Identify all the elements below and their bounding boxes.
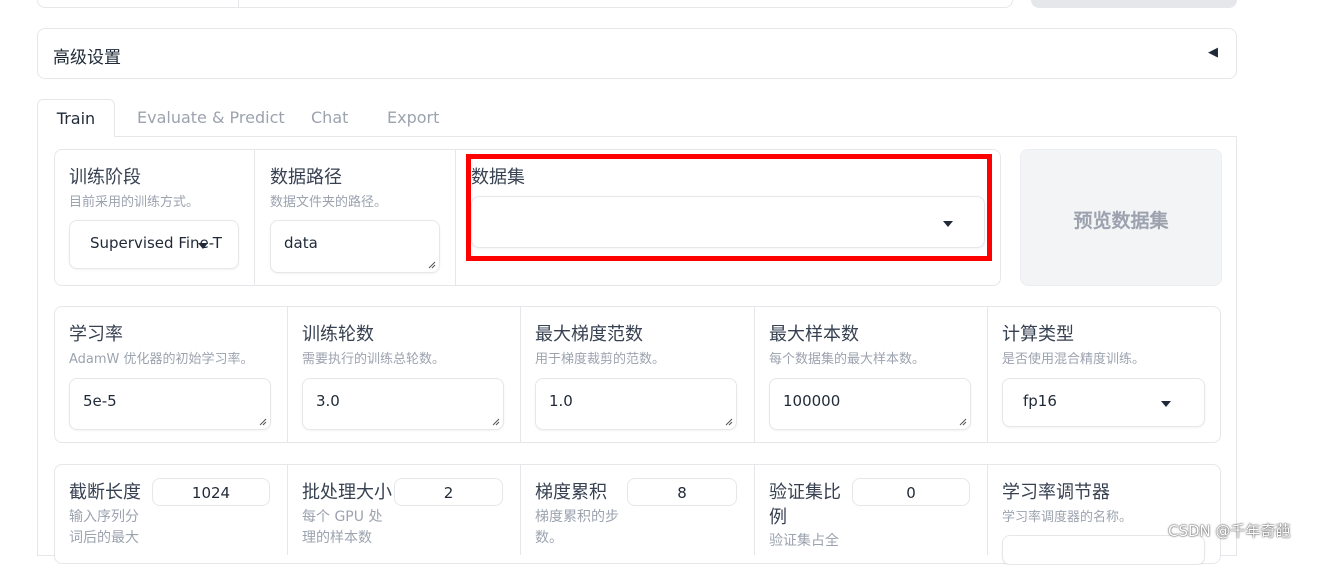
tab-export[interactable]: Export xyxy=(387,108,439,127)
preview-dataset-label: 预览数据集 xyxy=(1073,210,1169,232)
data-dir-value: data xyxy=(284,234,318,252)
collapse-caret-icon[interactable]: ◀ xyxy=(1208,45,1218,60)
val-ratio-label-1: 验证集比 xyxy=(769,482,841,503)
val-ratio-number-input[interactable]: 0 xyxy=(852,478,970,506)
cutoff-info-2: 词后的最大 xyxy=(69,530,139,546)
data-dir-info: 数据文件夹的路径。 xyxy=(270,195,388,210)
cutoff-info-1: 输入序列分 xyxy=(69,509,139,525)
max-grad-norm-input[interactable]: 1.0 xyxy=(535,378,737,430)
resize-handle-icon[interactable] xyxy=(427,260,436,269)
batch-size-info-1: 每个 GPU 处 xyxy=(302,509,383,525)
epochs-info: 需要执行的训练总轮数。 xyxy=(302,352,446,367)
resize-handle-icon[interactable] xyxy=(958,417,967,426)
stage-label: 训练阶段 xyxy=(69,167,141,188)
val-ratio-label-2: 例 xyxy=(769,507,787,528)
csdn-watermark: CSDN @千年奇葩 xyxy=(1168,522,1291,540)
advanced-settings-accordion[interactable]: 高级设置 ◀ xyxy=(37,28,1237,79)
batch-size-number-input[interactable]: 2 xyxy=(394,478,503,506)
resize-handle-icon[interactable] xyxy=(491,417,500,426)
tab-evaluate-predict[interactable]: Evaluate & Predict xyxy=(137,108,285,127)
lr-info: AdamW 优化器的初始学习率。 xyxy=(69,352,254,367)
compute-type-info: 是否使用混合精度训练。 xyxy=(1002,352,1146,367)
lr-label: 学习率 xyxy=(69,324,123,345)
val-ratio-value: 0 xyxy=(906,484,916,502)
cutoff-number-input[interactable]: 1024 xyxy=(152,478,270,506)
stage-dropdown[interactable]: Supervised Fine-T xyxy=(69,220,239,269)
grad-acc-info-1: 梯度累积的步 xyxy=(535,509,619,525)
grad-acc-number-input[interactable]: 8 xyxy=(627,478,737,506)
chevron-down-icon xyxy=(198,243,208,249)
advanced-settings-title: 高级设置 xyxy=(53,48,121,68)
resize-handle-icon[interactable] xyxy=(724,417,733,426)
compute-type-label: 计算类型 xyxy=(1002,324,1074,345)
highlight-box xyxy=(466,154,992,261)
max-samples-value: 100000 xyxy=(783,392,841,410)
data-dir-input[interactable]: data xyxy=(270,220,440,273)
tab-train-label: Train xyxy=(56,109,96,128)
grad-acc-label: 梯度累积 xyxy=(535,482,607,503)
compute-type-dropdown[interactable]: fp16 xyxy=(1002,378,1205,427)
lr-input[interactable]: 5e-5 xyxy=(69,378,271,430)
grad-acc-value: 8 xyxy=(677,484,687,502)
cutoff-value: 1024 xyxy=(191,484,231,502)
top-button[interactable] xyxy=(1031,0,1237,8)
batch-size-label: 批处理大小 xyxy=(302,482,392,503)
batch-size-info-2: 理的样本数 xyxy=(302,530,372,546)
max-samples-input[interactable]: 100000 xyxy=(769,378,971,430)
max-grad-norm-value: 1.0 xyxy=(549,392,573,410)
top-input-group xyxy=(37,0,1013,8)
cutoff-label: 截断长度 xyxy=(69,482,141,503)
tab-chat[interactable]: Chat xyxy=(311,108,348,127)
lr-value: 5e-5 xyxy=(83,392,117,410)
scheduler-info: 学习率调度器的名称。 xyxy=(1002,510,1133,525)
stage-info: 目前采用的训练方式。 xyxy=(69,195,200,210)
max-samples-info: 每个数据集的最大样本数。 xyxy=(769,352,926,367)
compute-type-value: fp16 xyxy=(1023,392,1057,410)
max-grad-norm-info: 用于梯度裁剪的范数。 xyxy=(535,352,666,367)
grad-acc-info-2: 数。 xyxy=(535,530,563,546)
resize-handle-icon[interactable] xyxy=(258,417,267,426)
epochs-input[interactable]: 3.0 xyxy=(302,378,504,430)
batch-size-value: 2 xyxy=(443,484,454,502)
max-grad-norm-label: 最大梯度范数 xyxy=(535,324,643,345)
data-dir-label: 数据路径 xyxy=(270,167,342,188)
max-samples-label: 最大样本数 xyxy=(769,324,859,345)
val-ratio-info-1: 验证集占全 xyxy=(769,533,839,549)
preview-dataset-button[interactable]: 预览数据集 xyxy=(1020,149,1222,286)
chevron-down-icon xyxy=(1161,401,1171,407)
tab-train[interactable]: Train xyxy=(37,99,115,137)
epochs-value: 3.0 xyxy=(316,392,340,410)
epochs-label: 训练轮数 xyxy=(302,324,374,345)
scheduler-label: 学习率调节器 xyxy=(1002,482,1110,503)
